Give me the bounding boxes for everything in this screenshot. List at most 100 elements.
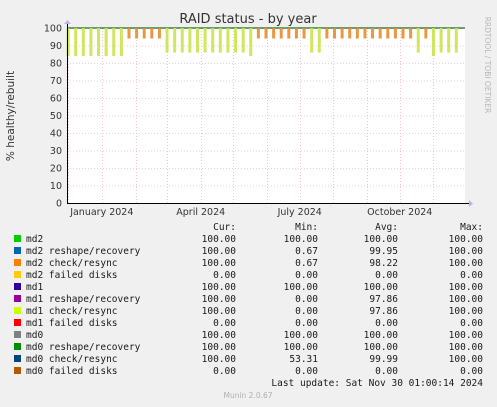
series-dip bbox=[393, 28, 397, 39]
legend-header: Min: bbox=[295, 222, 318, 233]
x-tick-label: October 2024 bbox=[367, 207, 432, 218]
series-dip bbox=[294, 28, 298, 39]
legend-series-name: md0 reshape/recovery bbox=[26, 342, 141, 353]
legend-value: 0.00 bbox=[295, 306, 318, 317]
legend-swatch bbox=[14, 295, 21, 302]
y-tick-label: 100 bbox=[44, 24, 62, 35]
series-dip bbox=[157, 28, 161, 39]
series-dip bbox=[416, 28, 420, 53]
legend-value: 100.00 bbox=[449, 246, 484, 257]
series-dip bbox=[454, 28, 458, 53]
y-tick-label: 50 bbox=[50, 111, 62, 122]
series-dip bbox=[439, 28, 443, 53]
legend-value: 100.00 bbox=[202, 258, 237, 269]
series-dip bbox=[211, 28, 215, 53]
legend-value: 53.31 bbox=[289, 354, 318, 365]
legend-series-name: md0 bbox=[26, 330, 43, 341]
series-dip bbox=[97, 28, 101, 56]
y-tick-label: 90 bbox=[50, 41, 62, 52]
series-dip bbox=[378, 28, 382, 39]
last-update: Last update: Sat Nov 30 01:00:14 2024 bbox=[271, 378, 483, 389]
legend-series-name: md0 failed disks bbox=[26, 366, 118, 377]
series-dip bbox=[173, 28, 177, 53]
legend-value: 0.00 bbox=[375, 318, 398, 329]
series-dip bbox=[264, 28, 268, 39]
series-dip bbox=[272, 28, 276, 39]
legend-value: 100.00 bbox=[202, 354, 237, 365]
munin-version-footer: Munin 2.0.67 bbox=[223, 391, 272, 400]
series-dip bbox=[188, 28, 192, 53]
series-dip bbox=[363, 28, 367, 39]
legend-swatch bbox=[14, 307, 21, 314]
legend-value: 100.00 bbox=[449, 306, 484, 317]
legend-value: 100.00 bbox=[284, 282, 319, 293]
legend-value: 100.00 bbox=[449, 234, 484, 245]
legend-value: 100.00 bbox=[364, 282, 399, 293]
legend-value: 0.00 bbox=[460, 270, 483, 281]
legend-table: Cur: Min: Avg: Max:md2 100.00 100.00 100.00 100… bbox=[14, 222, 483, 377]
series-dip bbox=[142, 28, 146, 39]
legend-value: 100.00 bbox=[449, 354, 484, 365]
y-tick-label: 80 bbox=[50, 59, 62, 70]
series-dip bbox=[81, 28, 85, 56]
plot-area bbox=[67, 28, 465, 203]
legend-header: Avg: bbox=[375, 222, 398, 233]
legend-swatch bbox=[14, 235, 21, 242]
legend-swatch bbox=[14, 331, 21, 338]
x-axis-arrow bbox=[469, 200, 473, 207]
legend-value: 100.00 bbox=[284, 234, 319, 245]
x-tick-label: January 2024 bbox=[69, 207, 133, 218]
legend-series-name: md0 check/resync bbox=[26, 354, 118, 365]
series-dip bbox=[127, 28, 131, 39]
series-dip bbox=[104, 28, 108, 56]
legend-value: 100.00 bbox=[202, 234, 237, 245]
series-dip bbox=[447, 28, 451, 53]
y-tick-label: 10 bbox=[50, 181, 62, 192]
series-dip bbox=[195, 28, 199, 53]
legend-swatch bbox=[14, 271, 21, 278]
series-dip bbox=[302, 28, 306, 39]
legend-series-name: md2 bbox=[26, 234, 43, 245]
legend-value: 97.86 bbox=[369, 294, 398, 305]
series-dip bbox=[165, 28, 169, 53]
series-dip bbox=[112, 28, 116, 56]
series-dip bbox=[431, 28, 435, 56]
legend-value: 100.00 bbox=[449, 330, 484, 341]
legend-swatch bbox=[14, 319, 21, 326]
legend-value: 97.86 bbox=[369, 306, 398, 317]
series-dip bbox=[89, 28, 93, 56]
series-dip bbox=[310, 28, 314, 53]
legend-swatch bbox=[14, 259, 21, 266]
series-dip bbox=[401, 28, 405, 39]
legend-value: 99.95 bbox=[369, 246, 398, 257]
legend-value: 0.00 bbox=[375, 270, 398, 281]
legend-value: 100.00 bbox=[202, 246, 237, 257]
legend-swatch bbox=[14, 247, 21, 254]
legend-value: 0.00 bbox=[460, 318, 483, 329]
legend-series-name: md1 reshape/recovery bbox=[26, 294, 141, 305]
series-dip bbox=[203, 28, 207, 53]
legend-value: 100.00 bbox=[364, 342, 399, 353]
legend-value: 100.00 bbox=[202, 306, 237, 317]
chart-title: RAID status - by year bbox=[179, 12, 317, 27]
legend-value: 100.00 bbox=[284, 330, 319, 341]
legend-value: 100.00 bbox=[202, 294, 237, 305]
legend-header: Cur: bbox=[213, 222, 236, 233]
y-tick-labels: 0 10 20 30 40 50 60 70 80 90 100 bbox=[44, 24, 62, 210]
legend-value: 100.00 bbox=[449, 258, 484, 269]
legend-value: 100.00 bbox=[202, 330, 237, 341]
series-dip bbox=[340, 28, 344, 39]
series-dip bbox=[317, 28, 321, 53]
legend-value: 100.00 bbox=[449, 294, 484, 305]
series-dip bbox=[371, 28, 375, 39]
legend-swatch bbox=[14, 367, 21, 374]
series-dip bbox=[218, 28, 222, 53]
y-tick-label: 40 bbox=[50, 129, 62, 140]
legend-value: 100.00 bbox=[364, 330, 399, 341]
legend-series-name: md2 reshape/recovery bbox=[26, 246, 141, 257]
legend-swatch bbox=[14, 343, 21, 350]
raid-status-chart: RAID status - by year % healthy/rebuilt … bbox=[5, 12, 492, 400]
legend-swatch bbox=[14, 355, 21, 362]
series-dip bbox=[424, 28, 428, 39]
legend-series-name: md2 check/resync bbox=[26, 258, 118, 269]
